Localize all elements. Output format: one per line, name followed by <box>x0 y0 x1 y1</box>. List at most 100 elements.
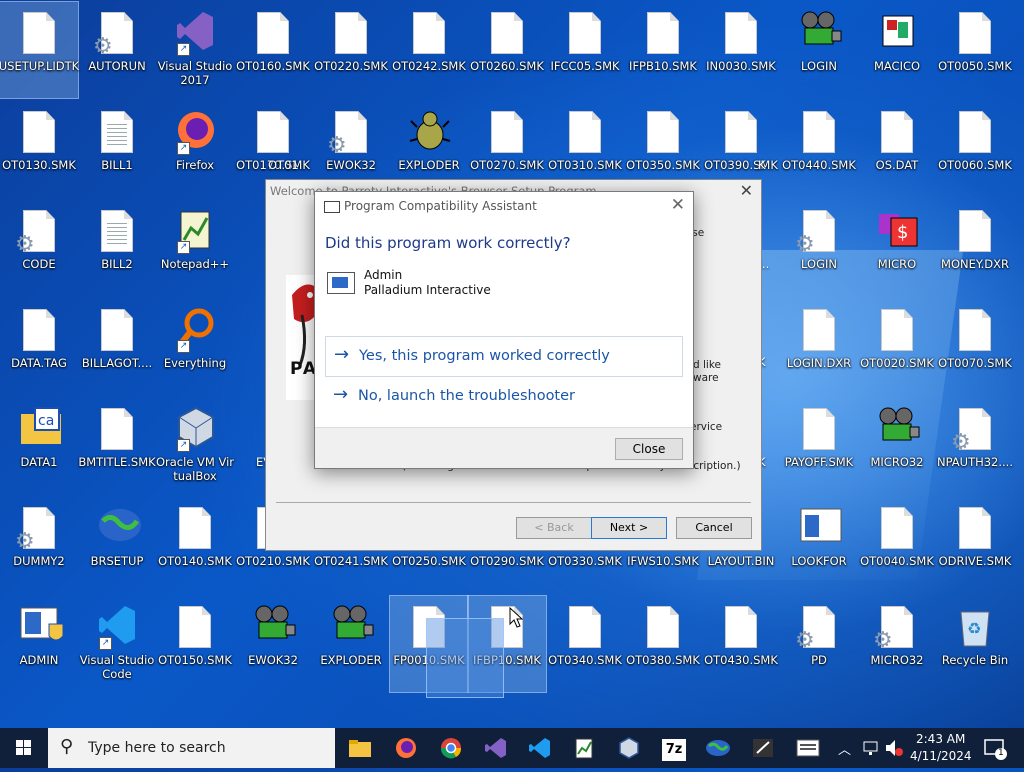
desktop-icon[interactable]: ↗ Firefox <box>156 101 234 197</box>
desktop-icon[interactable]: OT0020.SMK <box>858 299 936 395</box>
chevron-up-icon[interactable]: ︿ <box>838 728 851 768</box>
network-icon[interactable] <box>862 728 880 768</box>
file-explorer-icon[interactable] <box>342 732 378 764</box>
cancel-button[interactable]: Cancel <box>676 517 752 539</box>
desktop-icon-label: Visual Studio Code <box>79 653 155 681</box>
dialog-titlebar[interactable]: Program Compatibility Assistant ✕ <box>315 192 693 222</box>
desktop-icon[interactable]: OT0070.SMK <box>936 299 1014 395</box>
desktop-icon[interactable]: $ MICRO <box>858 200 936 296</box>
desktop-icon[interactable]: ⚙ NPAUTH32.... <box>936 398 1014 494</box>
partial-icon-label: OT01 <box>268 158 299 172</box>
desktop-icon[interactable]: OT0060.SMK <box>936 101 1014 197</box>
desktop-icon[interactable]: OT0440.SMK <box>780 101 858 197</box>
desktop-icon[interactable]: OT0242.SMK <box>390 2 468 98</box>
desktop-icon[interactable]: ca DATA1 <box>0 398 78 494</box>
window-app-icon[interactable] <box>790 732 826 764</box>
taskbar-date[interactable]: 4/11/2024 <box>910 749 972 763</box>
desktop-icon[interactable]: BILLAGOT.... <box>78 299 156 395</box>
desktop-icon-label: LOGIN.DXR <box>786 356 852 370</box>
volume-muted-icon[interactable] <box>884 728 904 768</box>
desktop-icon[interactable]: OT0050.SMK <box>936 2 1014 98</box>
desktop-icon[interactable]: OT0260.SMK <box>468 2 546 98</box>
desktop-icon[interactable]: IFPB10.SMK <box>624 2 702 98</box>
notification-icon[interactable]: 1 <box>982 728 1008 768</box>
desktop-icon[interactable]: ↗ Notepad++ <box>156 200 234 296</box>
desktop-icon[interactable]: EXPLODER <box>312 596 390 692</box>
desktop-icon[interactable]: MACICO <box>858 2 936 98</box>
desktop-icon[interactable]: ⚙ MICRO32 <box>858 596 936 692</box>
desktop-icon[interactable]: PAYOFF.SMK <box>780 398 858 494</box>
option-worked-correctly[interactable]: → Yes, this program worked correctly <box>325 336 683 377</box>
desktop-icon[interactable]: BRSETUP <box>78 497 156 593</box>
desktop-icon[interactable]: DATA.TAG <box>0 299 78 395</box>
desktop-icon[interactable]: ⚙ DUMMY2 <box>0 497 78 593</box>
desktop-icon[interactable]: MONEY.DXR <box>936 200 1014 296</box>
desktop-icon[interactable]: ⚙ AUTORUN <box>78 2 156 98</box>
desktop-icon[interactable]: BILL1 <box>78 101 156 197</box>
desktop-icon[interactable]: OT0160.SMK <box>234 2 312 98</box>
desktop-icon-label: IFCC05.SMK <box>550 59 620 73</box>
desktop-icon[interactable]: IN0030.SMK <box>702 2 780 98</box>
desktop-icon[interactable]: ⚙ CODE <box>0 200 78 296</box>
desktop-icon[interactable]: IFCC05.SMK <box>546 2 624 98</box>
desktop-icon[interactable]: OT0340.SMK <box>546 596 624 692</box>
desktop-icon[interactable]: OT0150.SMK <box>156 596 234 692</box>
chrome-icon[interactable] <box>433 732 469 764</box>
vscode-icon[interactable] <box>522 732 558 764</box>
desktop-icon-label: OT0270.SMK <box>470 158 544 172</box>
next-button[interactable]: Next > <box>591 517 667 539</box>
notepad-plus-plus-icon[interactable] <box>567 732 603 764</box>
file-icon <box>331 10 371 56</box>
folder-ca-icon: ca <box>19 406 61 452</box>
program-compatibility-dialog[interactable]: Program Compatibility Assistant ✕ Did th… <box>314 191 694 469</box>
desktop-icon[interactable]: LOGIN.DXR <box>780 299 858 395</box>
brsetup-globe-icon[interactable] <box>700 732 736 764</box>
desktop-icon[interactable]: ♻ Recycle Bin <box>936 596 1014 692</box>
desktop-icon[interactable]: LOOKFOR <box>780 497 858 593</box>
desktop-icon[interactable]: BMTITLE.SMK <box>78 398 156 494</box>
desktop-icon-label: MONEY.DXR <box>941 257 1009 271</box>
desktop-icon[interactable]: ↗ Everything <box>156 299 234 395</box>
start-button[interactable] <box>0 728 48 768</box>
file-icon <box>721 604 761 650</box>
desktop-icon[interactable]: OT0040.SMK <box>858 497 936 593</box>
desktop-icon[interactable]: OT0430.SMK <box>702 596 780 692</box>
svg-text:ca: ca <box>38 413 54 429</box>
desktop-icon[interactable]: ⚙ LOGIN <box>780 200 858 296</box>
desktop-icon[interactable]: LOGIN <box>780 2 858 98</box>
vscode-icon: ↗ <box>97 604 137 650</box>
desktop-icon[interactable]: USETUP.LIDTK <box>0 1 79 99</box>
desktop-icon[interactable]: BILL2 <box>78 200 156 296</box>
setup-close-icon[interactable]: ✕ <box>740 181 753 200</box>
desktop-icon[interactable]: ⚙ PD <box>780 596 858 692</box>
desktop-icon[interactable]: OT0130.SMK <box>0 101 78 197</box>
desktop-icon[interactable]: OS.DAT <box>858 101 936 197</box>
close-button[interactable]: Close <box>615 438 683 460</box>
virtualbox-icon[interactable] <box>611 732 647 764</box>
virtualbox-icon: ↗ <box>175 406 215 452</box>
desktop-icon[interactable]: ↗ Visual Studio 2017 <box>156 2 234 98</box>
desktop-icon[interactable]: MICRO32 <box>858 398 936 494</box>
desktop-icon-label: DATA.TAG <box>11 356 67 370</box>
firefox-icon[interactable] <box>388 732 424 764</box>
desktop-icon-label: OT0310.SMK <box>548 158 622 172</box>
terminal-icon[interactable] <box>745 732 781 764</box>
visual-studio-icon[interactable] <box>478 732 514 764</box>
desktop-icon[interactable]: EWOK32 <box>234 596 312 692</box>
desktop-icon[interactable]: OT0140.SMK <box>156 497 234 593</box>
desktop-icon[interactable]: ODRIVE.SMK <box>936 497 1014 593</box>
taskbar-search-box[interactable]: ⚲ Type here to search <box>48 728 335 768</box>
desktop-icon[interactable]: OT0220.SMK <box>312 2 390 98</box>
setup-separator <box>276 502 751 503</box>
desktop-icon-label: OT0140.SMK <box>158 554 232 568</box>
desktop-icon[interactable]: OT0380.SMK <box>624 596 702 692</box>
desktop-icon[interactable]: ↗ Visual Studio Code <box>78 596 156 692</box>
close-icon[interactable]: ✕ <box>671 195 685 215</box>
file-icon <box>877 505 917 551</box>
desktop-icon[interactable]: ADMIN <box>0 596 78 692</box>
option-launch-troubleshooter[interactable]: → No, launch the troubleshooter <box>325 377 681 416</box>
7zip-icon[interactable]: 7z <box>656 732 692 764</box>
back-button[interactable]: < Back <box>516 517 592 539</box>
desktop-icon[interactable]: ↗ Oracle VM VirtualBox <box>156 398 234 494</box>
taskbar-time[interactable]: 2:43 AM <box>916 732 965 746</box>
